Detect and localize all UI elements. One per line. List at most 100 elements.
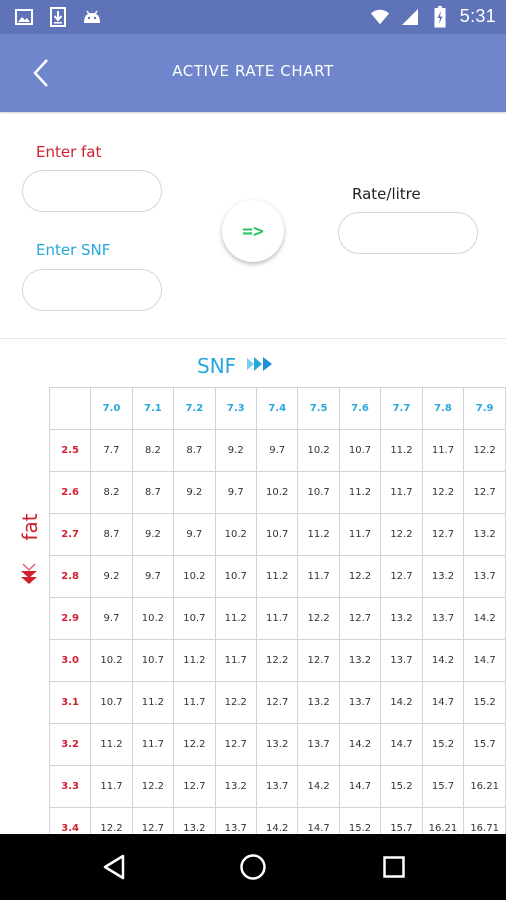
rate-cell[interactable]: 13.7 <box>338 681 382 724</box>
rate-cell[interactable]: 14.2 <box>421 639 465 682</box>
rate-cell[interactable]: 14.7 <box>297 807 340 834</box>
rate-cell[interactable]: 12.2 <box>214 681 257 724</box>
rate-cell[interactable]: 16.71 <box>463 807 506 834</box>
rate-cell[interactable]: 16.21 <box>463 765 506 808</box>
rate-cell[interactable]: 12.2 <box>380 513 423 556</box>
rate-cell[interactable]: 15.2 <box>380 765 423 808</box>
rate-cell[interactable]: 11.7 <box>338 513 382 556</box>
rate-cell[interactable]: 15.2 <box>463 681 506 724</box>
rate-cell[interactable]: 10.2 <box>131 597 175 640</box>
rate-cell[interactable]: 11.7 <box>173 681 216 724</box>
rate-cell[interactable]: 11.7 <box>255 597 299 640</box>
rate-cell[interactable]: 11.7 <box>131 723 175 766</box>
rate-cell[interactable]: 11.2 <box>131 681 175 724</box>
rate-cell[interactable]: 11.2 <box>338 471 382 514</box>
rate-cell[interactable]: 11.2 <box>297 513 340 556</box>
rate-cell[interactable]: 9.2 <box>214 429 257 472</box>
fat-input[interactable] <box>22 170 162 212</box>
rate-cell[interactable]: 15.2 <box>421 723 465 766</box>
rate-cell[interactable]: 14.2 <box>338 723 382 766</box>
rate-cell[interactable]: 13.7 <box>255 765 299 808</box>
rate-cell[interactable]: 11.7 <box>90 765 133 808</box>
rate-cell[interactable]: 12.7 <box>338 597 382 640</box>
rate-cell[interactable]: 10.7 <box>214 555 257 598</box>
rate-cell[interactable]: 10.7 <box>297 471 340 514</box>
rate-cell[interactable]: 10.7 <box>90 681 133 724</box>
rate-cell[interactable]: 11.2 <box>214 597 257 640</box>
rate-cell[interactable]: 12.7 <box>131 807 175 834</box>
rate-cell[interactable]: 14.7 <box>463 639 506 682</box>
rate-cell[interactable]: 12.7 <box>380 555 423 598</box>
rate-cell[interactable]: 13.2 <box>255 723 299 766</box>
rate-cell[interactable]: 14.7 <box>338 765 382 808</box>
rate-cell[interactable]: 13.2 <box>421 555 465 598</box>
rate-cell[interactable]: 12.7 <box>463 471 506 514</box>
rate-cell[interactable]: 8.7 <box>90 513 133 556</box>
rate-cell[interactable]: 16.21 <box>421 807 465 834</box>
rate-cell[interactable]: 13.2 <box>338 639 382 682</box>
recents-square-icon[interactable] <box>377 850 411 884</box>
rate-cell[interactable]: 13.7 <box>421 597 465 640</box>
snf-input[interactable] <box>22 269 162 311</box>
rate-cell[interactable]: 9.7 <box>90 597 133 640</box>
rate-cell[interactable]: 11.7 <box>421 429 465 472</box>
rate-cell[interactable]: 14.7 <box>421 681 465 724</box>
rate-cell[interactable]: 14.2 <box>297 765 340 808</box>
rate-cell[interactable]: 15.7 <box>463 723 506 766</box>
rate-cell[interactable]: 15.7 <box>421 765 465 808</box>
rate-cell[interactable]: 11.7 <box>380 471 423 514</box>
rate-cell[interactable]: 13.7 <box>463 555 506 598</box>
rate-cell[interactable]: 8.7 <box>173 429 216 472</box>
rate-chart-grid[interactable]: 7.0 7.1 7.2 7.3 7.4 7.5 7.6 7.7 7.8 7.9 2.5 7.7 8.2 8… <box>49 387 506 834</box>
rate-cell[interactable]: 14.2 <box>380 681 423 724</box>
rate-cell[interactable]: 12.7 <box>421 513 465 556</box>
rate-cell[interactable]: 8.2 <box>131 429 175 472</box>
rate-cell[interactable]: 10.2 <box>255 471 299 514</box>
rate-cell[interactable]: 10.2 <box>214 513 257 556</box>
rate-cell[interactable]: 13.2 <box>463 513 506 556</box>
rate-cell[interactable]: 11.2 <box>90 723 133 766</box>
rate-cell[interactable]: 10.2 <box>90 639 133 682</box>
rate-cell[interactable]: 10.7 <box>338 429 382 472</box>
rate-cell[interactable]: 14.7 <box>380 723 423 766</box>
rate-cell[interactable]: 8.2 <box>90 471 133 514</box>
rate-cell[interactable]: 9.7 <box>255 429 299 472</box>
rate-cell[interactable]: 11.2 <box>173 639 216 682</box>
rate-cell[interactable]: 9.7 <box>214 471 257 514</box>
calculate-button[interactable]: => <box>222 200 284 262</box>
rate-cell[interactable]: 10.7 <box>255 513 299 556</box>
rate-cell[interactable]: 9.2 <box>173 471 216 514</box>
rate-cell[interactable]: 10.2 <box>297 429 340 472</box>
rate-cell[interactable]: 9.7 <box>131 555 175 598</box>
rate-cell[interactable]: 13.7 <box>380 639 423 682</box>
rate-cell[interactable]: 12.2 <box>173 723 216 766</box>
rate-cell[interactable]: 12.2 <box>463 429 506 472</box>
rate-cell[interactable]: 8.7 <box>131 471 175 514</box>
rate-cell[interactable]: 14.2 <box>463 597 506 640</box>
rate-cell[interactable]: 13.7 <box>214 807 257 834</box>
rate-cell[interactable]: 10.7 <box>131 639 175 682</box>
rate-cell[interactable]: 15.7 <box>380 807 423 834</box>
rate-cell[interactable]: 12.7 <box>297 639 340 682</box>
rate-cell[interactable]: 11.2 <box>380 429 423 472</box>
rate-cell[interactable]: 10.7 <box>173 597 216 640</box>
rate-cell[interactable]: 13.2 <box>173 807 216 834</box>
rate-cell[interactable]: 11.7 <box>297 555 340 598</box>
rate-cell[interactable]: 11.7 <box>214 639 257 682</box>
rate-cell[interactable]: 9.2 <box>131 513 175 556</box>
rate-cell[interactable]: 12.7 <box>214 723 257 766</box>
rate-cell[interactable]: 12.2 <box>297 597 340 640</box>
rate-cell[interactable]: 13.7 <box>297 723 340 766</box>
rate-cell[interactable]: 10.2 <box>173 555 216 598</box>
rate-cell[interactable]: 12.7 <box>255 681 299 724</box>
rate-cell[interactable]: 13.2 <box>214 765 257 808</box>
rate-cell[interactable]: 12.2 <box>421 471 465 514</box>
rate-cell[interactable]: 13.2 <box>380 597 423 640</box>
home-circle-icon[interactable] <box>236 850 270 884</box>
rate-cell[interactable]: 12.2 <box>90 807 133 834</box>
back-triangle-icon[interactable] <box>97 850 131 884</box>
rate-cell[interactable]: 15.2 <box>338 807 382 834</box>
rate-cell[interactable]: 14.2 <box>255 807 299 834</box>
rate-cell[interactable]: 12.2 <box>338 555 382 598</box>
rate-cell[interactable]: 11.2 <box>255 555 299 598</box>
